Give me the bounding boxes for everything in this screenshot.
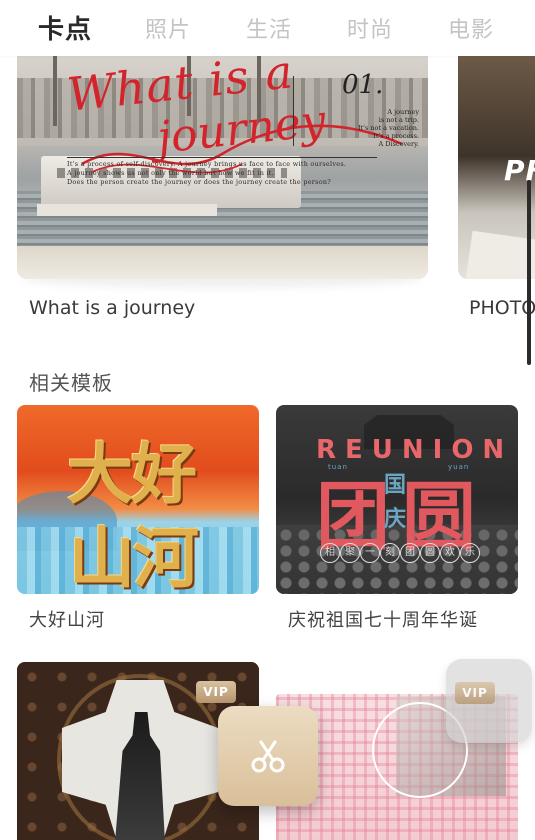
strip-char: 聚 — [340, 543, 360, 563]
art-text-line1: 大好 — [67, 435, 197, 513]
category-tab-bar: 卡点 照片 生活 时尚 电影 — [0, 0, 535, 56]
featured-card-label[interactable]: What is a journey — [29, 297, 195, 319]
divider-line — [293, 76, 294, 146]
card-notes: A journey is not a trip. It's not a vaca… — [357, 108, 419, 148]
strip-char: 刻 — [380, 543, 400, 563]
template-card-dahao-shanhe[interactable]: 大好 山河 — [17, 405, 259, 594]
reunion-circle-strip: 相 聚 一 刻 团 圆 欢 乐 — [320, 543, 480, 565]
vip-badge: VIP — [455, 682, 495, 704]
template-label[interactable]: 庆祝祖国七十周年华诞 — [288, 606, 478, 632]
card-paragraph: It's a process of self-discovery. A jour… — [67, 160, 347, 186]
strip-char: 圆 — [420, 543, 440, 563]
tab-movie[interactable]: 电影 — [448, 12, 494, 44]
vip-badge: VIP — [196, 681, 236, 703]
tab-photos[interactable]: 照片 — [145, 12, 191, 44]
strip-char: 乐 — [460, 543, 480, 563]
minaret — [53, 56, 57, 126]
strip-char: 欢 — [440, 543, 460, 563]
template-card-reunion[interactable]: REUNION tuan yuan 团 国 庆 圆 相 聚 一 刻 团 圆 欢 … — [276, 405, 518, 594]
ferry-hull — [37, 204, 217, 216]
floating-cut-button[interactable] — [218, 706, 318, 806]
strip-char: 团 — [400, 543, 420, 563]
next-card-label[interactable]: PHOTO — [469, 297, 535, 319]
next-template-card[interactable]: PH — [458, 56, 535, 279]
paragraph-rule — [67, 157, 377, 158]
strip-char: 一 — [360, 543, 380, 563]
paper-sheet — [464, 230, 535, 279]
tab-fashion[interactable]: 时尚 — [347, 12, 393, 44]
art-text-line2: 山河 — [69, 519, 199, 594]
card-number: 01. — [342, 70, 384, 100]
tab-kadian[interactable]: 卡点 — [38, 9, 92, 46]
railing-foreground — [17, 246, 428, 279]
template-label[interactable]: 大好山河 — [29, 606, 105, 632]
tab-life[interactable]: 生活 — [246, 12, 292, 44]
featured-template-card[interactable]: What is a journey 01. A journey is not a… — [17, 56, 428, 279]
scroll-indicator[interactable] — [527, 180, 531, 365]
strip-char: 相 — [320, 543, 340, 563]
related-templates-heading: 相关模板 — [29, 371, 113, 395]
scissors-icon — [251, 740, 285, 773]
